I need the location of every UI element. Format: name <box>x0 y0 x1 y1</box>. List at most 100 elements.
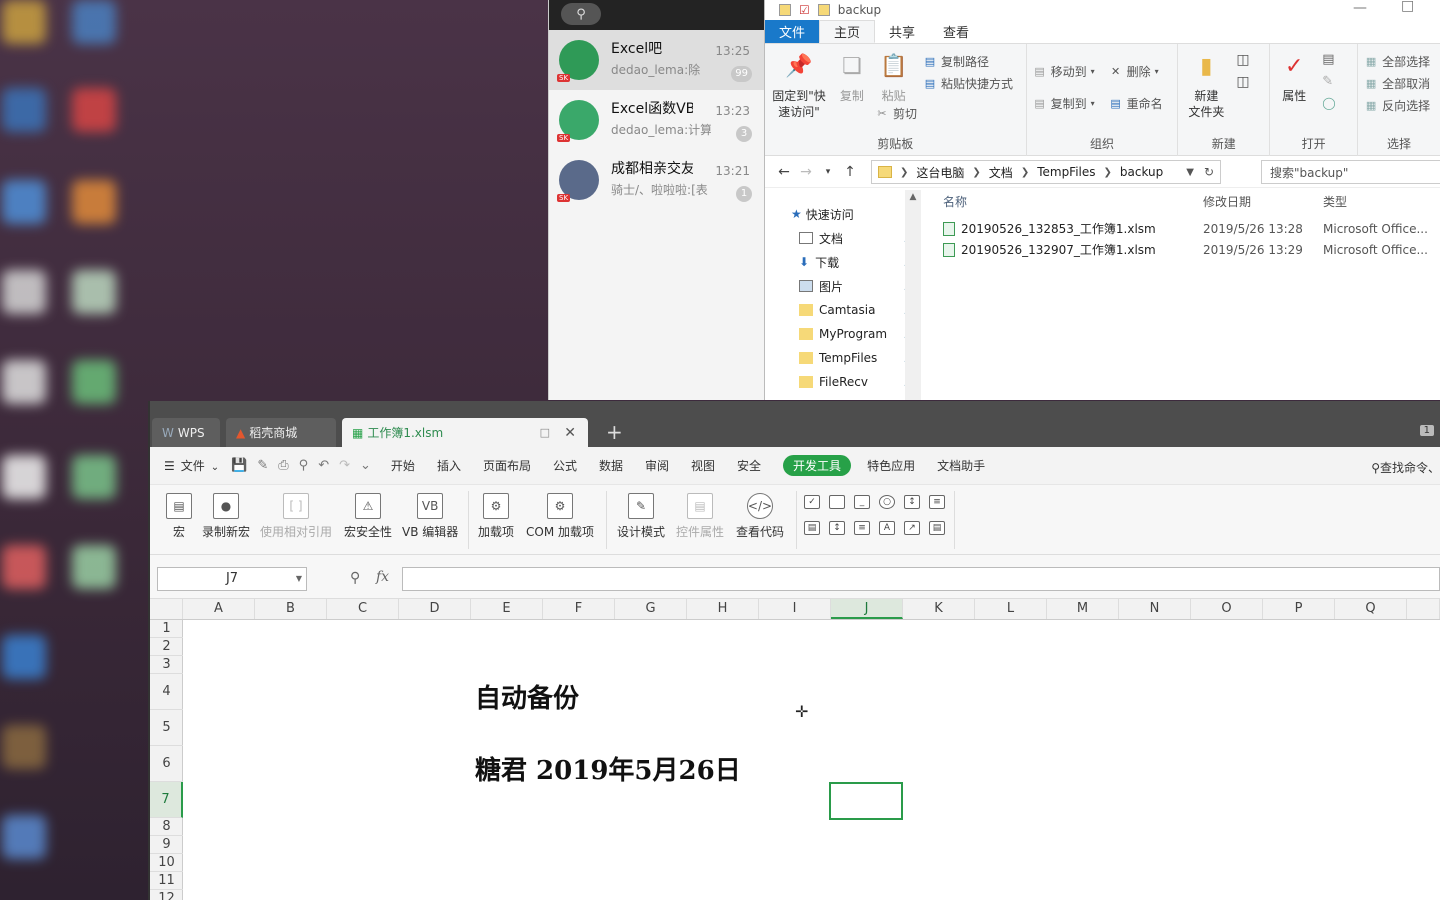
delete-button[interactable]: ✕ 删除 ▾ <box>1109 60 1163 82</box>
spin-control-icon[interactable]: ↕ <box>904 495 920 509</box>
new-folder-button[interactable]: ▮ 新建 文件夹 <box>1184 50 1228 120</box>
listbox-control-icon[interactable]: ≡ <box>929 495 945 509</box>
image-control-icon[interactable]: ↗ <box>904 521 920 535</box>
copy-button[interactable]: ❏ 复制 <box>835 50 869 104</box>
toggle-control-icon[interactable]: ≡ <box>854 521 870 535</box>
textbox-control-icon[interactable]: A <box>879 521 895 535</box>
row-header-selected[interactable]: 7 <box>150 782 183 818</box>
menu-view[interactable]: 视图 <box>691 457 715 474</box>
row-header[interactable]: 12 <box>150 890 183 900</box>
chat-item[interactable]: SK Excel函数VB dedao_lema:计算 13:23 3 <box>549 90 764 150</box>
column-header[interactable]: O <box>1191 599 1263 619</box>
redo-icon[interactable]: ↷ <box>339 458 350 473</box>
frame-control-icon[interactable] <box>829 495 845 509</box>
undo-icon[interactable]: ↶ <box>318 458 329 473</box>
add-tab-button[interactable]: + <box>606 420 623 444</box>
column-header[interactable]: I <box>759 599 831 619</box>
row-header[interactable]: 8 <box>150 818 183 836</box>
desktop-icon[interactable] <box>2 725 46 769</box>
desktop-icon[interactable] <box>2 455 46 499</box>
desktop-icon[interactable] <box>2 815 46 859</box>
close-icon[interactable]: ✕ <box>564 425 576 441</box>
formula-input[interactable] <box>402 567 1440 591</box>
desktop-icon[interactable] <box>72 545 116 589</box>
column-header-selected[interactable]: J <box>831 599 903 619</box>
new-item-icon[interactable]: ◫ <box>1236 52 1249 68</box>
menu-doc-assistant[interactable]: 文档助手 <box>937 457 985 474</box>
copy-path-button[interactable]: ▤ 复制路径 <box>923 50 1013 72</box>
zoom-icon[interactable]: ⚲ <box>350 570 360 586</box>
desktop-icon[interactable] <box>2 270 46 314</box>
easy-access-icon[interactable]: ◫ <box>1236 74 1249 90</box>
select-all-button[interactable]: ▦ 全部选择 <box>1364 50 1434 72</box>
nav-tempfiles[interactable]: TempFiles📌 <box>765 346 921 370</box>
column-modified[interactable]: 修改日期 <box>1197 193 1317 210</box>
properties-button[interactable]: ✓ 属性 <box>1276 50 1312 104</box>
print-icon[interactable]: ⎙ <box>278 458 288 473</box>
breadcrumb-item[interactable]: TempFiles <box>1037 165 1095 179</box>
pin-quick-access-button[interactable]: 📌 固定到"快 速访问" <box>771 50 827 120</box>
tab-wps-home[interactable]: W WPS <box>152 418 220 447</box>
column-header[interactable]: M <box>1047 599 1119 619</box>
column-header[interactable]: A <box>183 599 255 619</box>
column-header[interactable]: C <box>327 599 399 619</box>
cell-title[interactable]: 自动备份 <box>475 678 579 715</box>
macro-security-button[interactable]: ⚠ 宏安全性 <box>344 493 392 540</box>
column-header[interactable]: R <box>1407 599 1440 619</box>
vb-editor-button[interactable]: VB VB 编辑器 <box>402 493 458 540</box>
breadcrumb-item[interactable]: backup <box>1120 165 1163 179</box>
macro-button[interactable]: ▤ 宏 <box>166 493 192 540</box>
nav-camtasia[interactable]: Camtasia📌 <box>765 298 921 322</box>
menu-insert[interactable]: 插入 <box>437 457 461 474</box>
tab-view[interactable]: 查看 <box>929 20 983 43</box>
column-name[interactable]: 名称 <box>935 193 1197 210</box>
selected-cell[interactable] <box>829 782 903 820</box>
desktop-icon[interactable] <box>72 270 116 314</box>
record-macro-button[interactable]: ● 录制新宏 <box>202 493 250 540</box>
nav-pictures[interactable]: 图片📌 <box>765 274 921 298</box>
row-header[interactable]: 2 <box>150 638 183 656</box>
nav-quick-access[interactable]: ★ 快速访问 <box>765 202 921 226</box>
cell-author-date[interactable]: 糖君 2019年5月26日 <box>475 750 741 787</box>
row-header[interactable]: 11 <box>150 872 183 890</box>
window-count-badge[interactable]: 1 <box>1419 425 1434 436</box>
edit-icon[interactable]: ✎ <box>1322 74 1333 89</box>
menu-review[interactable]: 审阅 <box>645 457 669 474</box>
tab-store[interactable]: ▲ 稻壳商城 <box>226 418 336 447</box>
fx-icon[interactable]: fx <box>376 569 389 585</box>
tab-home[interactable]: 主页 <box>819 20 876 43</box>
chat-item[interactable]: SK 成都相亲交友 骑士/、啦啦啦:[表 13:21 1 <box>549 150 764 210</box>
label-control-icon[interactable]: _ <box>854 495 870 509</box>
desktop-icon[interactable] <box>2 0 46 44</box>
desktop-icon[interactable] <box>2 180 46 224</box>
rename-button[interactable]: ▤ 重命名 <box>1109 92 1162 114</box>
column-header[interactable]: K <box>903 599 975 619</box>
row-header[interactable]: 6 <box>150 746 183 782</box>
com-addins-button[interactable]: ⚙ COM 加载项 <box>526 493 594 540</box>
address-bar[interactable]: ❯ 这台电脑 ❯ 文档 ❯ TempFiles ❯ backup ▼ ↻ <box>871 160 1221 184</box>
column-header[interactable]: F <box>543 599 615 619</box>
menu-formulas[interactable]: 公式 <box>553 457 577 474</box>
grid-area[interactable]: 自动备份 糖君 2019年5月26日 ✛ <box>183 620 1440 900</box>
nav-filerecv[interactable]: FileRecv📌 <box>765 370 921 394</box>
print-preview-icon[interactable]: ⚲ <box>299 458 309 473</box>
addins-button[interactable]: ⚙ 加载项 <box>478 493 514 540</box>
column-header[interactable]: E <box>471 599 543 619</box>
desktop-icon[interactable] <box>72 360 116 404</box>
select-all-corner[interactable] <box>150 599 183 619</box>
menu-special[interactable]: 特色应用 <box>867 457 915 474</box>
column-header[interactable]: P <box>1263 599 1335 619</box>
tab-share[interactable]: 共享 <box>875 20 929 43</box>
cut-button[interactable]: ✂ 剪切 <box>875 102 917 124</box>
more-controls-icon[interactable]: ▤ <box>929 521 945 535</box>
recent-dropdown-icon[interactable]: ▾ <box>817 167 839 177</box>
search-icon[interactable]: ⚲ <box>561 3 601 25</box>
control-properties-button[interactable]: ▤ 控件属性 <box>676 493 724 540</box>
view-code-button[interactable]: </> 查看代码 <box>736 493 784 540</box>
chevron-down-icon[interactable]: ▼ <box>1186 167 1194 178</box>
checkbox-control-icon[interactable]: ✓ <box>804 495 820 509</box>
window-icon[interactable]: □ <box>540 426 550 439</box>
tab-workbook[interactable]: ▦ 工作簿1.xlsm □ ✕ <box>342 418 588 447</box>
desktop-icon[interactable] <box>72 180 116 224</box>
invert-selection-button[interactable]: ▦ 反向选择 <box>1364 94 1434 116</box>
